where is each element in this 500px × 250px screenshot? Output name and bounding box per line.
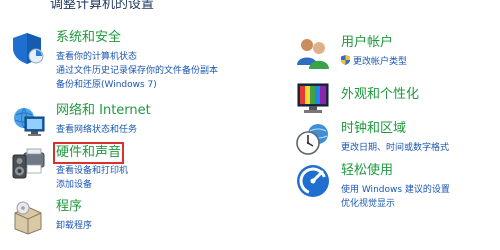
clock-region-title[interactable]: 时钟和区域 (341, 121, 406, 137)
change-account-type-link[interactable]: 更改帐户类型 (341, 55, 407, 68)
devices-printers-link[interactable]: 查看设备和打印机 (56, 165, 128, 177)
speaker-printer-icon (10, 145, 46, 181)
view-network-status-link[interactable]: 查看网络状态和任务 (56, 124, 137, 136)
color-monitor-icon (295, 80, 331, 116)
change-account-type-label: 更改帐户类型 (353, 57, 408, 67)
ease-of-access-icon (295, 163, 331, 199)
file-history-link[interactable]: 通过文件历史记录保存你的文件备份副本 (56, 65, 218, 77)
optimize-visual-display-link[interactable]: 优化视觉显示 (341, 198, 395, 210)
users-icon (295, 35, 331, 71)
change-date-time-format-link[interactable]: 更改日期、时间或数字格式 (341, 142, 449, 154)
user-accounts-title[interactable]: 用户帐户 (341, 35, 393, 51)
programs-title[interactable]: 程序 (56, 199, 82, 215)
network-monitor-icon (10, 103, 46, 139)
shield-icon (10, 30, 46, 66)
clock-globe-icon (295, 121, 331, 157)
program-box-icon (10, 199, 46, 235)
ease-of-access-title[interactable]: 轻松使用 (341, 163, 393, 179)
view-computer-status-link[interactable]: 查看你的计算机状态 (56, 51, 137, 63)
network-title[interactable]: 网络和 Internet (56, 103, 151, 119)
appearance-title[interactable]: 外观和个性化 (341, 87, 419, 103)
uac-shield-icon (341, 55, 350, 65)
uninstall-program-link[interactable]: 卸载程序 (56, 220, 92, 232)
page-heading: 调整计算机的设置 (50, 0, 155, 12)
system-security-title[interactable]: 系统和安全 (56, 30, 121, 46)
recommended-settings-link[interactable]: 使用 Windows 建议的设置 (341, 184, 450, 196)
add-device-link[interactable]: 添加设备 (56, 179, 92, 191)
hardware-sound-title[interactable]: 硬件和声音 (52, 142, 125, 164)
backup-restore-link[interactable]: 备份和还原(Windows 7) (56, 79, 157, 91)
